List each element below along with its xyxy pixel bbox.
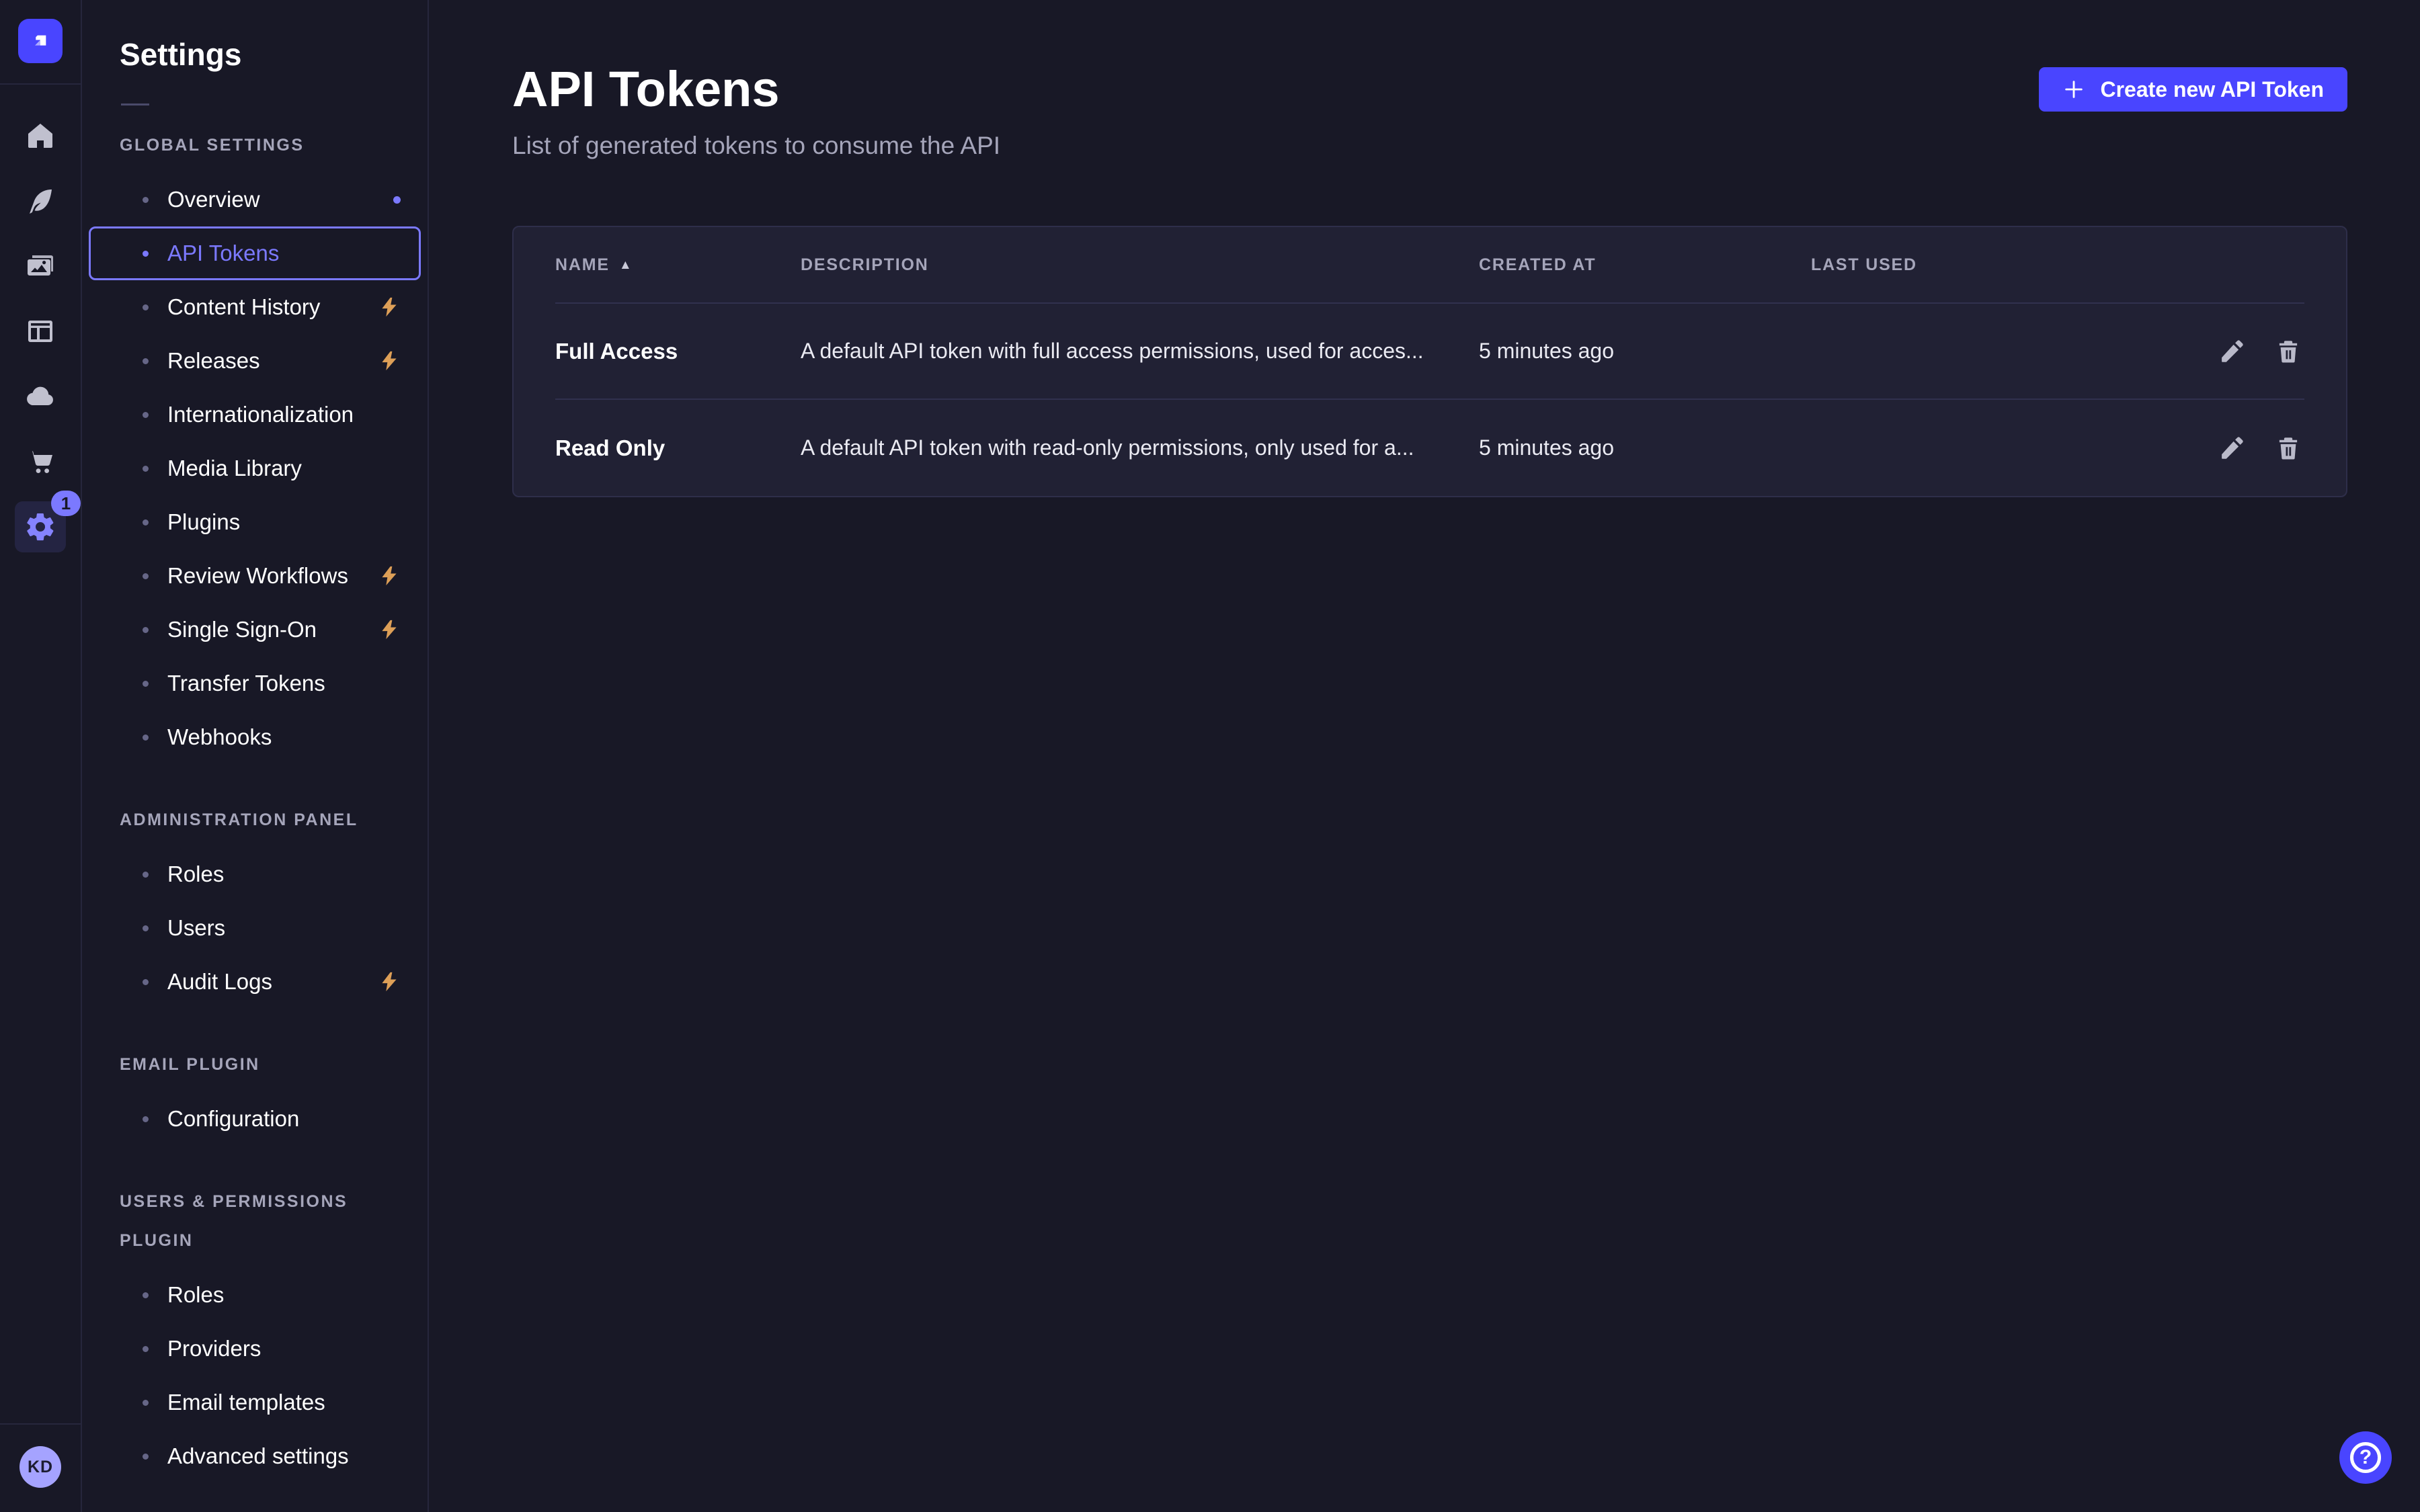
table-row-read-only[interactable]: Read Only A default API token with read-… [555, 400, 2304, 496]
bullet-icon [143, 1292, 149, 1298]
content-feather-icon[interactable] [15, 175, 66, 226]
pencil-icon [2218, 337, 2246, 366]
sidebar-item-single-sign-on[interactable]: Single Sign-On [82, 603, 428, 657]
sidebar-item-content-history[interactable]: Content History [82, 280, 428, 334]
page-header: API Tokens List of generated tokens to c… [512, 62, 2347, 161]
bullet-icon [143, 681, 149, 687]
settings-notification-badge: 1 [51, 491, 81, 516]
lightning-icon [378, 296, 401, 319]
sidebar-item-up-roles[interactable]: Roles [82, 1268, 428, 1322]
bullet-icon [143, 1116, 149, 1122]
main-nav-rail: 1 KD [0, 0, 82, 1512]
bullet-icon [143, 1400, 149, 1406]
edit-button[interactable] [2216, 335, 2248, 368]
sidebar-item-providers[interactable]: Providers [82, 1322, 428, 1376]
sidebar-item-internationalization[interactable]: Internationalization [82, 388, 428, 442]
section-header-email-plugin: EMAIL PLUGIN [82, 1045, 428, 1084]
bullet-icon [143, 979, 149, 985]
plus-icon [2062, 78, 2085, 101]
token-created-at: 5 minutes ago [1479, 339, 1811, 364]
gear-icon[interactable]: 1 [15, 501, 66, 552]
bullet-icon [143, 251, 149, 257]
strapi-logo[interactable] [18, 19, 63, 63]
sort-ascending-icon[interactable]: ▲ [619, 259, 633, 271]
sidebar-item-audit-logs[interactable]: Audit Logs [82, 955, 428, 1009]
section-header-global-settings: GLOBAL SETTINGS [82, 126, 428, 165]
sidebar-item-review-workflows[interactable]: Review Workflows [82, 549, 428, 603]
column-header-created-at: CREATED AT [1479, 255, 1811, 275]
section-header-users-permissions-plugin: USERS & PERMISSIONS PLUGIN [82, 1182, 428, 1260]
content-type-builder-icon[interactable] [15, 306, 66, 357]
token-name: Full Access [555, 339, 801, 364]
sidebar-item-admin-roles[interactable]: Roles [82, 847, 428, 901]
section-header-administration-panel: ADMINISTRATION PANEL [82, 800, 428, 839]
divider [121, 103, 149, 106]
media-library-icon[interactable] [15, 241, 66, 292]
subnav-title: Settings [82, 34, 428, 75]
bullet-icon [143, 197, 149, 203]
create-api-token-label: Create new API Token [2100, 77, 2324, 102]
bullet-icon [143, 412, 149, 418]
sidebar-item-admin-users[interactable]: Users [82, 901, 428, 955]
bullet-icon [143, 872, 149, 878]
page-subtitle: List of generated tokens to consume the … [512, 130, 1000, 161]
lightning-icon [378, 564, 401, 587]
table-row-full-access[interactable]: Full Access A default API token with ful… [555, 304, 2304, 400]
create-api-token-button[interactable]: Create new API Token [2039, 67, 2347, 112]
column-header-last-used: LAST USED [1811, 255, 2190, 275]
notification-dot-icon [393, 196, 401, 204]
sidebar-item-releases[interactable]: Releases [82, 334, 428, 388]
sidebar-item-webhooks[interactable]: Webhooks [82, 710, 428, 764]
lightning-icon [378, 970, 401, 993]
bullet-icon [143, 1346, 149, 1352]
bullet-icon [143, 1454, 149, 1460]
page-title: API Tokens [512, 62, 1000, 117]
trash-icon [2274, 434, 2302, 462]
table-header-row: NAME ▲ DESCRIPTION CREATED AT LAST USED [555, 227, 2304, 304]
divider [0, 1423, 81, 1425]
divider [0, 83, 81, 85]
bullet-icon [143, 573, 149, 579]
bullet-icon [143, 358, 149, 364]
sidebar-item-advanced-settings[interactable]: Advanced settings [82, 1429, 428, 1483]
help-button[interactable]: ? [2339, 1431, 2392, 1484]
marketplace-cart-icon[interactable] [15, 436, 66, 487]
bullet-icon [143, 304, 149, 310]
sidebar-item-media-library[interactable]: Media Library [82, 442, 428, 495]
question-mark-icon: ? [2350, 1442, 2381, 1473]
column-header-name[interactable]: NAME ▲ [555, 255, 801, 275]
lightning-icon [378, 349, 401, 372]
token-name: Read Only [555, 435, 801, 461]
column-header-description: DESCRIPTION [801, 255, 1479, 275]
bullet-icon [143, 925, 149, 931]
main-content: API Tokens List of generated tokens to c… [429, 0, 2420, 1512]
sidebar-item-transfer-tokens[interactable]: Transfer Tokens [82, 657, 428, 710]
edit-button[interactable] [2216, 432, 2248, 464]
bullet-icon [143, 734, 149, 741]
token-description: A default API token with full access per… [801, 339, 1479, 364]
bullet-icon [143, 627, 149, 633]
home-icon[interactable] [15, 110, 66, 161]
settings-subnav: Settings GLOBAL SETTINGS Overview API To… [82, 0, 429, 1512]
api-tokens-table: NAME ▲ DESCRIPTION CREATED AT LAST USED … [512, 226, 2347, 497]
pencil-icon [2218, 434, 2246, 462]
lightning-icon [378, 618, 401, 641]
bullet-icon [143, 519, 149, 526]
sidebar-item-api-tokens[interactable]: API Tokens [89, 226, 421, 280]
token-description: A default API token with read-only permi… [801, 435, 1479, 460]
token-created-at: 5 minutes ago [1479, 435, 1811, 460]
sidebar-item-email-templates[interactable]: Email templates [82, 1376, 428, 1429]
cloud-icon[interactable] [15, 371, 66, 422]
strapi-logo-icon [27, 28, 54, 54]
sidebar-item-email-configuration[interactable]: Configuration [82, 1092, 428, 1146]
app-root: 1 KD Settings GLOBAL SETTINGS Overview A… [0, 0, 2420, 1512]
trash-icon [2274, 337, 2302, 366]
bullet-icon [143, 466, 149, 472]
delete-button[interactable] [2272, 335, 2304, 368]
sidebar-item-plugins[interactable]: Plugins [82, 495, 428, 549]
delete-button[interactable] [2272, 432, 2304, 464]
user-avatar[interactable]: KD [19, 1446, 61, 1488]
sidebar-item-overview[interactable]: Overview [82, 173, 428, 226]
